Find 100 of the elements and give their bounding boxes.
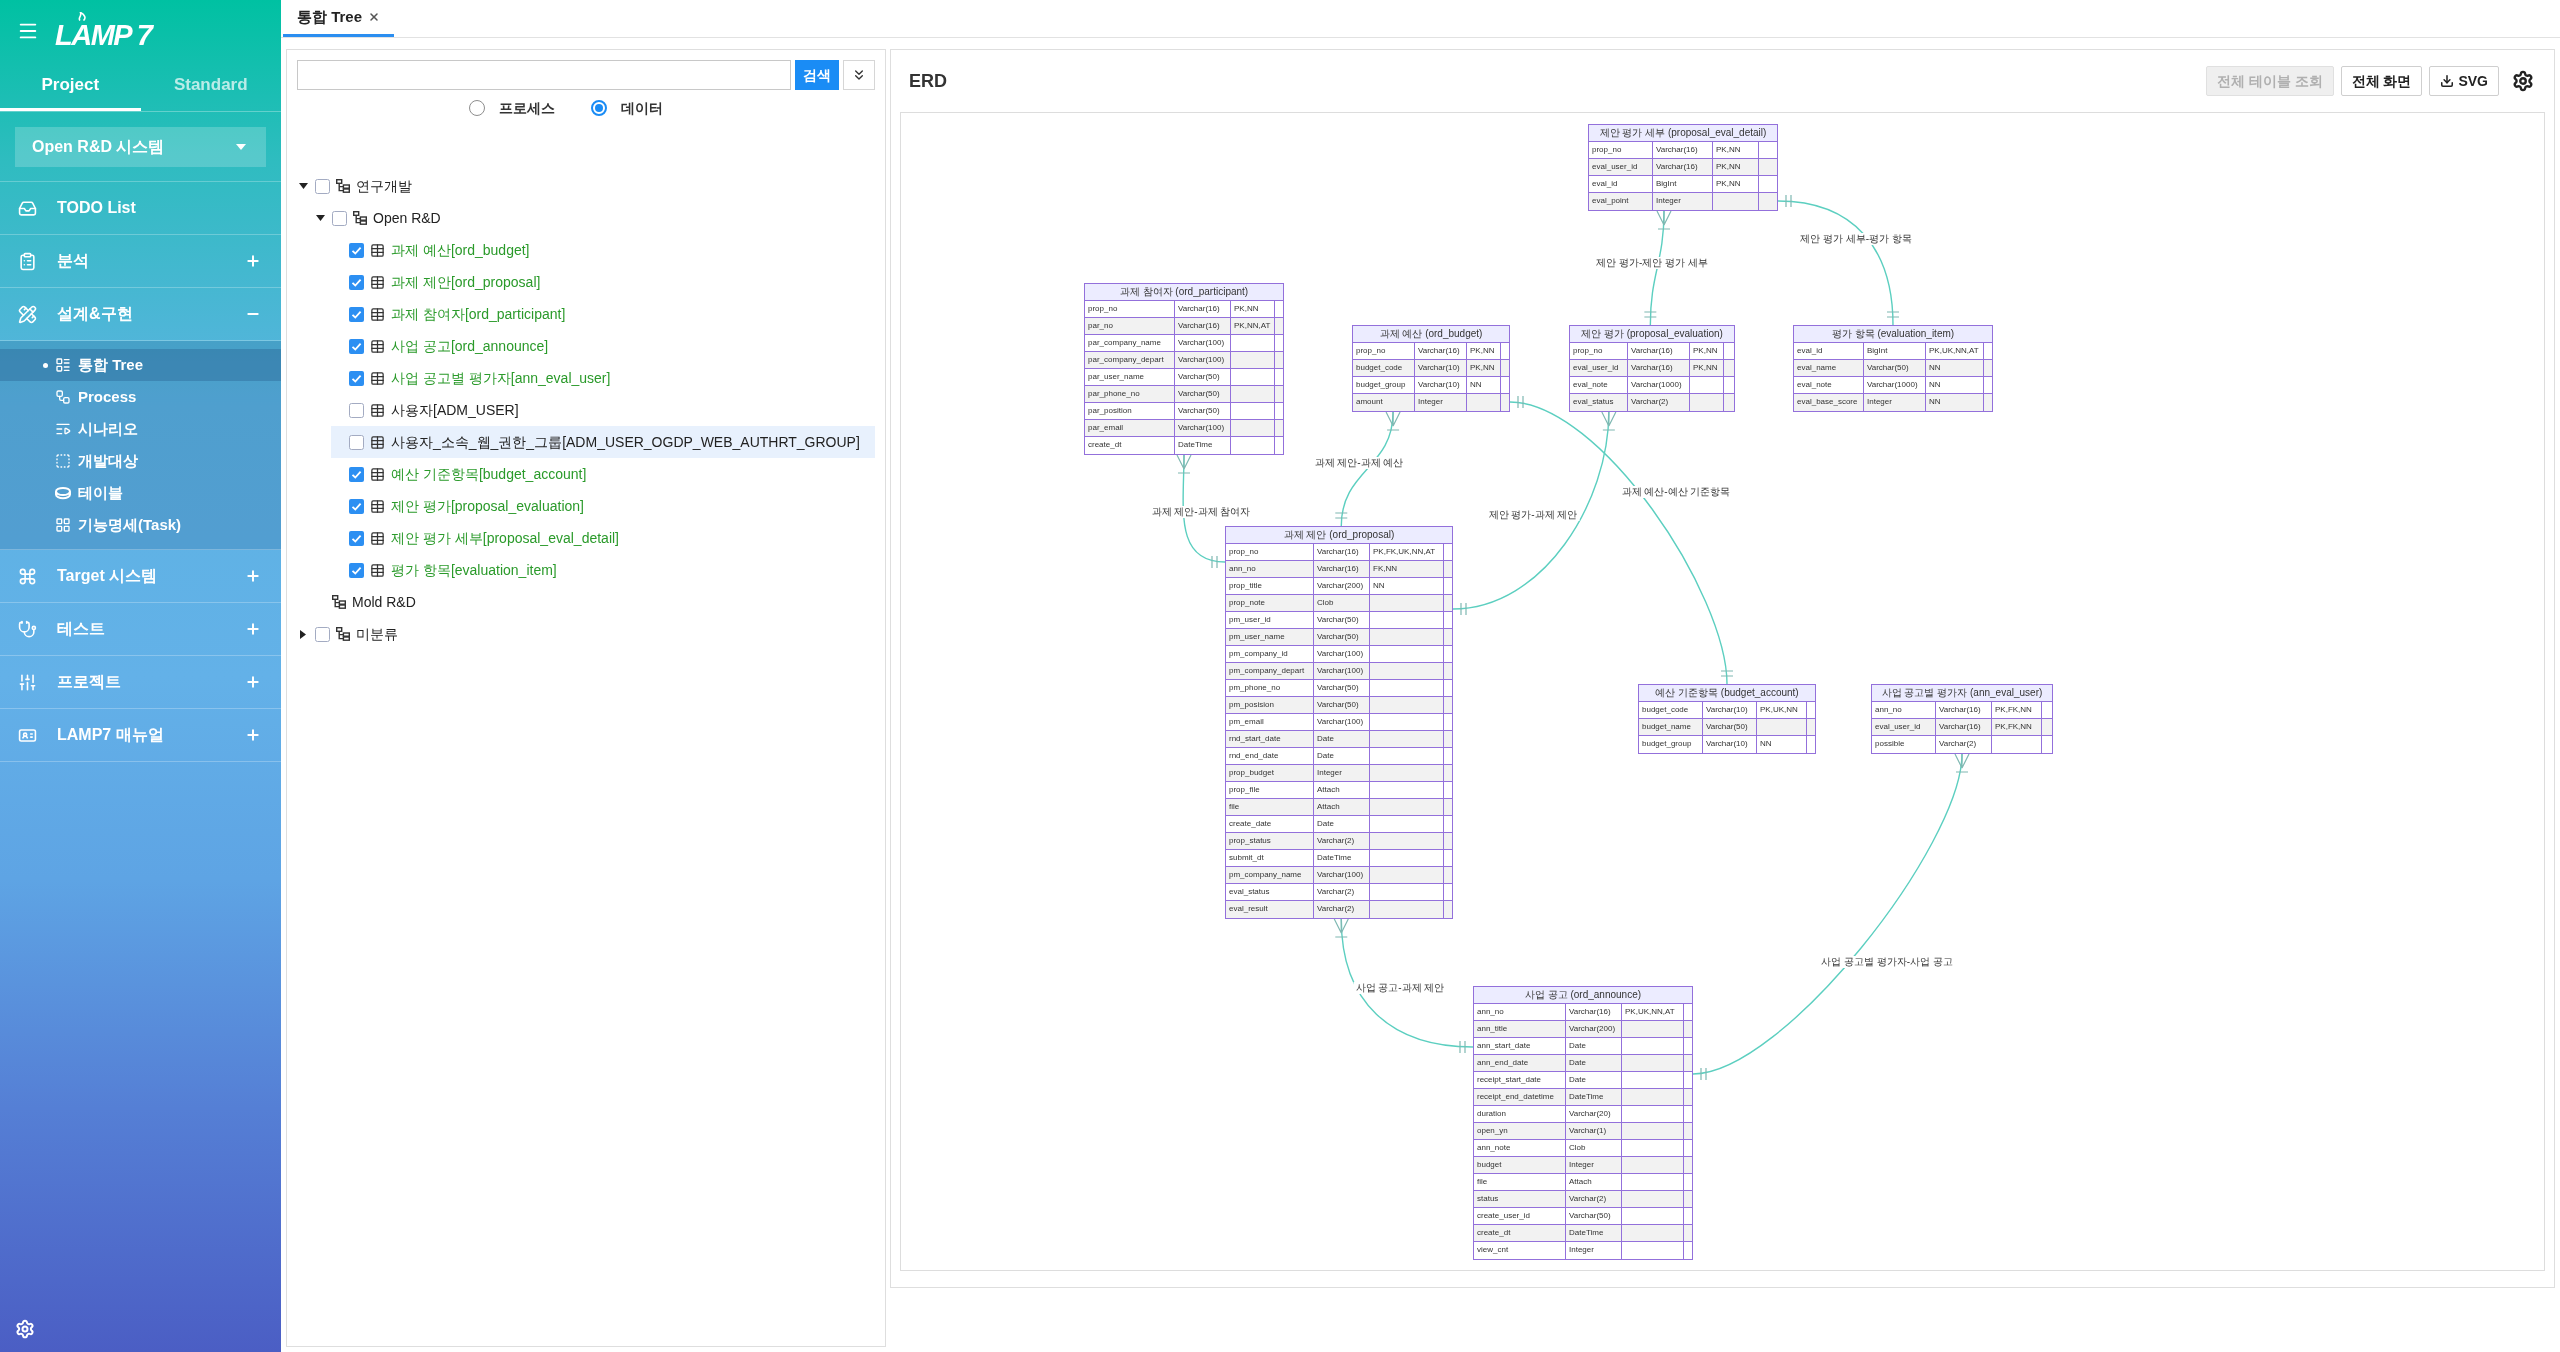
checkbox[interactable]: [349, 370, 364, 386]
tree-item[interactable]: 과제 제안[ord_proposal]: [331, 266, 875, 298]
checkbox[interactable]: [349, 434, 364, 450]
checkbox[interactable]: [349, 402, 364, 418]
submenu-item[interactable]: 개발대상: [0, 445, 281, 477]
checkbox[interactable]: [349, 530, 364, 546]
command-icon: [18, 566, 37, 586]
tree-item[interactable]: 사업 공고[ord_announce]: [331, 330, 875, 362]
search-field[interactable]: [297, 60, 791, 90]
caret-down-icon[interactable]: [298, 183, 308, 189]
tree-item[interactable]: 예산 기준항목[budget_account]: [331, 458, 875, 490]
plus-icon[interactable]: [245, 674, 261, 690]
plus-icon[interactable]: [245, 621, 261, 637]
project-select[interactable]: Open R&D 시스템: [15, 127, 266, 167]
radio-button[interactable]: [469, 100, 485, 116]
table-cell: Varchar(10): [1415, 360, 1467, 376]
table-cell: ann_title: [1474, 1021, 1566, 1037]
tab[interactable]: 통합 Tree: [283, 0, 395, 37]
expand-options-button[interactable]: [843, 60, 875, 90]
table-cell: Varchar(16): [1314, 544, 1370, 560]
checkbox[interactable]: [315, 626, 330, 642]
tree-item[interactable]: 사용자_소속_웹_권한_그룹[ADM_USER_OGDP_WEB_AUTHRT_GROUP]: [331, 426, 875, 458]
checkbox[interactable]: [332, 210, 347, 226]
tree-item[interactable]: 제안 평가[proposal_evaluation]: [331, 490, 875, 522]
search-button[interactable]: 검색: [795, 60, 839, 90]
checkbox[interactable]: [349, 306, 364, 322]
tree-item[interactable]: 사업 공고별 평가자[ann_eval_user]: [331, 362, 875, 394]
caret-down-icon[interactable]: [315, 215, 325, 221]
tree-item[interactable]: 제안 평가 세부[proposal_eval_detail]: [331, 522, 875, 554]
table-cell: prop_no: [1226, 544, 1314, 560]
table-cell: eval_user_id: [1589, 159, 1653, 175]
menu-item[interactable]: TODO List: [0, 182, 281, 235]
tree-item[interactable]: 과제 참여자[ord_participant]: [331, 298, 875, 330]
table-cell: duration: [1474, 1106, 1566, 1122]
menu-item[interactable]: Target 시스템: [0, 550, 281, 603]
plus-icon[interactable]: [245, 568, 261, 584]
table-cell: Clob: [1314, 595, 1370, 611]
submenu-item[interactable]: 시나리오: [0, 413, 281, 445]
table-cell: Date: [1314, 748, 1370, 764]
table-cell: par_position: [1085, 403, 1175, 419]
checkbox[interactable]: [349, 274, 364, 290]
menu-item[interactable]: 프로젝트: [0, 656, 281, 709]
toolbar-button[interactable]: SVG: [2429, 66, 2499, 96]
toolbar-button[interactable]: 전체 화면: [2340, 66, 2423, 96]
table-cell: Varchar(2): [1314, 833, 1370, 849]
table-cell: NN: [1757, 736, 1807, 753]
radio-button[interactable]: [591, 100, 607, 116]
checkbox[interactable]: [315, 178, 330, 194]
tree-item[interactable]: Open R&D: [314, 202, 875, 234]
grid-icon: [55, 517, 71, 533]
tree-item[interactable]: 미분류: [297, 618, 875, 650]
checkbox[interactable]: [349, 466, 364, 482]
submenu-item[interactable]: Process: [0, 381, 281, 413]
tree-item[interactable]: 과제 예산[ord_budget]: [331, 234, 875, 266]
table-cell: Integer: [1314, 765, 1370, 781]
table-cell: amount: [1353, 394, 1415, 411]
table-cell: PK,NN: [1713, 142, 1759, 158]
relationship-label: 제안 평가-과제 제안: [1486, 509, 1580, 521]
plus-icon[interactable]: [245, 727, 261, 743]
plus-icon[interactable]: [245, 253, 261, 269]
table-cell: Attach: [1314, 799, 1370, 815]
tree-item[interactable]: 연구개발: [297, 170, 875, 202]
checkbox[interactable]: [349, 562, 364, 578]
table-cell: eval_id: [1589, 176, 1653, 192]
table-cell: NN: [1370, 578, 1444, 594]
table-icon: [370, 498, 385, 514]
tree-item[interactable]: 사용자[ADM_USER]: [331, 394, 875, 426]
table-cell: file: [1474, 1174, 1566, 1190]
menu-item[interactable]: 설계&구현: [0, 288, 281, 341]
checkbox[interactable]: [349, 498, 364, 514]
table-cell: budget_name: [1639, 719, 1703, 735]
table-cell: eval_status: [1570, 394, 1628, 411]
checkbox[interactable]: [349, 338, 364, 354]
tree-item[interactable]: 평가 항목[evaluation_item]: [331, 554, 875, 586]
menu-item[interactable]: 분석: [0, 235, 281, 288]
table-cell: Varchar(1): [1566, 1123, 1622, 1139]
menu-item[interactable]: 테스트: [0, 603, 281, 656]
settings-icon[interactable]: [2512, 70, 2534, 92]
submenu-item[interactable]: 통합 Tree: [0, 349, 281, 381]
table-cell: Date: [1566, 1055, 1622, 1071]
table-cell: pm_company_depart: [1226, 663, 1314, 679]
checkbox[interactable]: [349, 242, 364, 258]
table-cell: possible: [1872, 736, 1936, 753]
close-icon[interactable]: [368, 11, 381, 23]
tree-item[interactable]: Mold R&D: [314, 586, 875, 618]
table-cell: budget_code: [1639, 702, 1703, 718]
submenu-item[interactable]: 테이블: [0, 477, 281, 509]
relationship-label: 과제 예산-예산 기준항목: [1619, 486, 1733, 498]
hierarchy-icon: [332, 595, 346, 609]
caret-right-icon[interactable]: [300, 629, 306, 639]
menu-item[interactable]: LAMP7 매뉴얼: [0, 709, 281, 762]
table-cell: view_cnt: [1474, 1242, 1566, 1259]
table-cell: Varchar(2): [1314, 884, 1370, 900]
sidebar-tab[interactable]: Project: [0, 62, 141, 111]
table-cell: Varchar(16): [1566, 1004, 1622, 1020]
table-cell: submit_dt: [1226, 850, 1314, 866]
download-icon: [2440, 74, 2455, 88]
table-cell: Varchar(100): [1175, 352, 1231, 368]
submenu-item[interactable]: 기능명세(Task): [0, 509, 281, 541]
table-cell: rnd_end_date: [1226, 748, 1314, 764]
